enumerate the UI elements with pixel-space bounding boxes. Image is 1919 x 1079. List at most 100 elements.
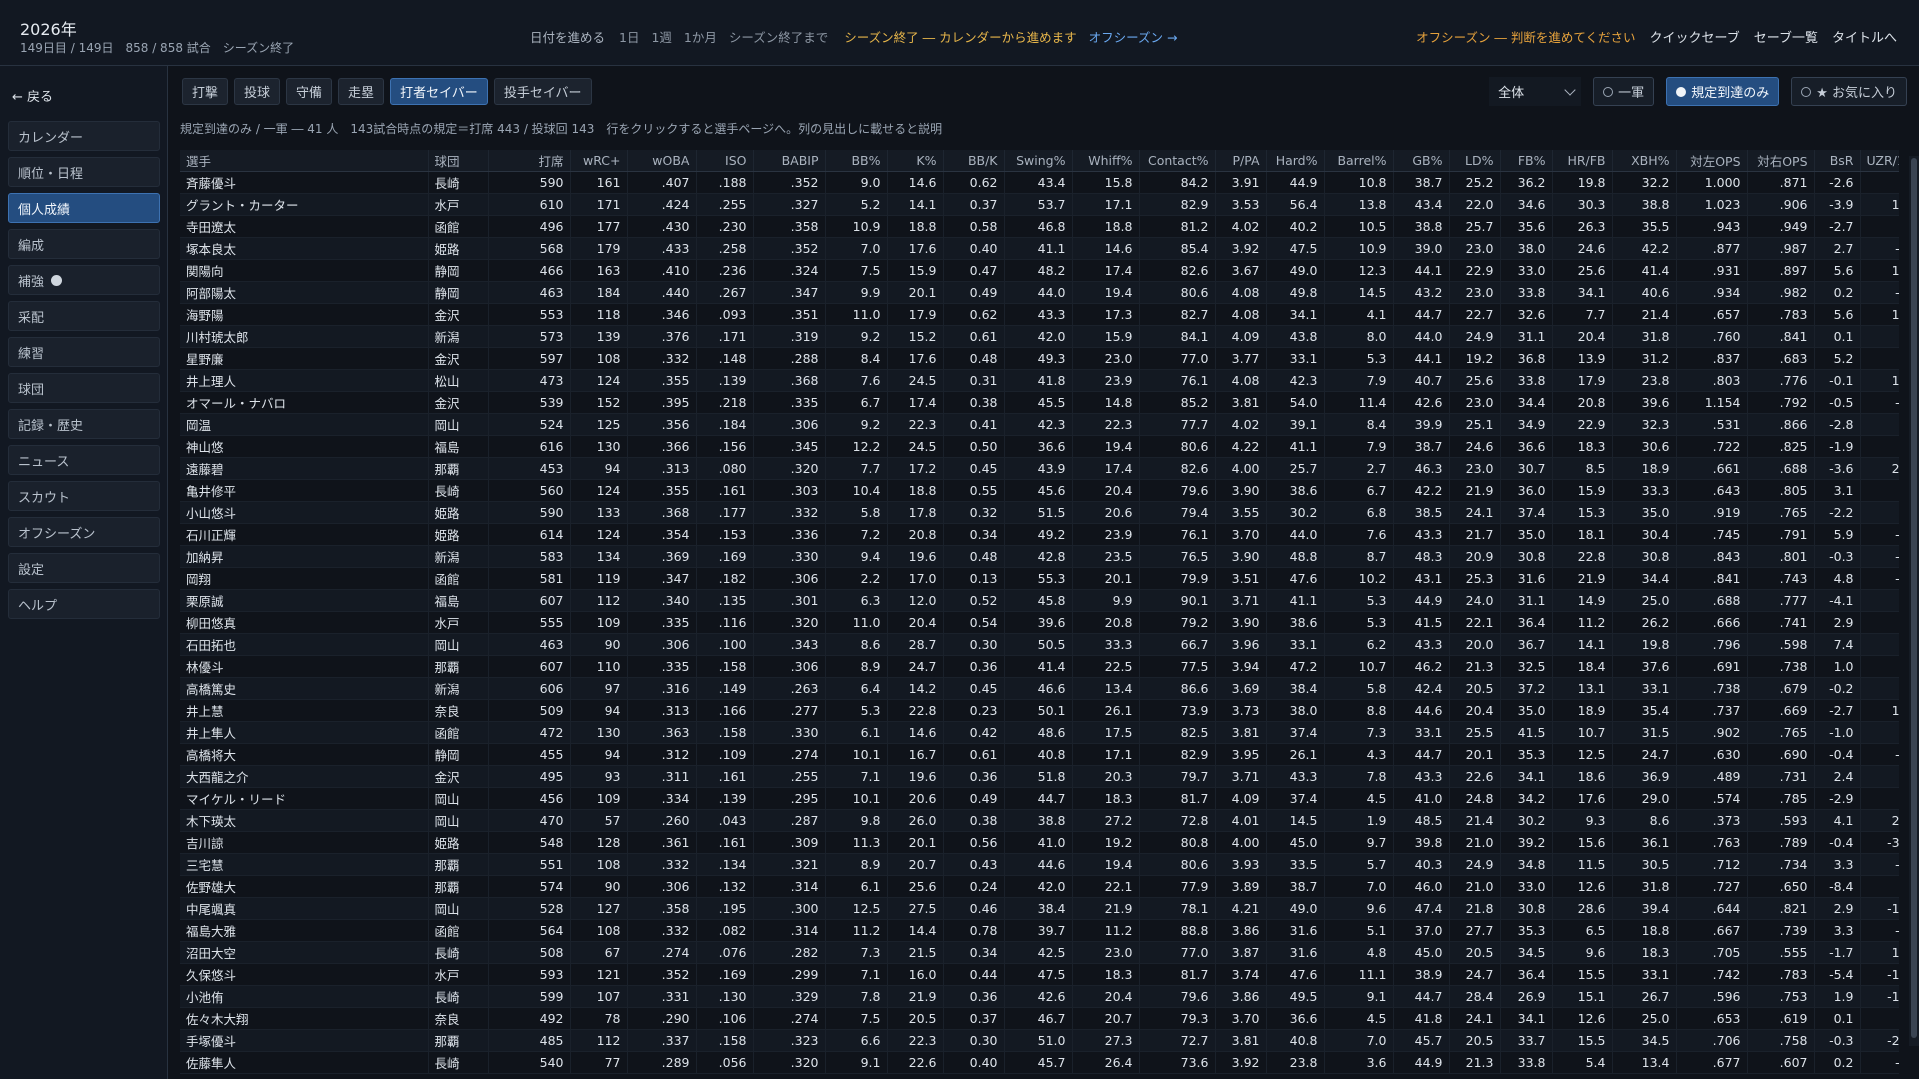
table-row[interactable]: 岡温 岡山 524 125.356.184.306 9.2 22.3 0.41 42.3 22.… <box>180 413 1899 436</box>
table-row[interactable]: 中尾颯真 岡山 528 127.358.195.300 12.5 27.5 0.46 38.4… <box>180 897 1899 920</box>
tab-batter-sabermetrics[interactable]: 打者セイバー <box>390 78 488 105</box>
quick-save-button[interactable]: クイックセーブ <box>1650 27 1740 46</box>
table-row[interactable]: 栗原誠 福島 607 112.340.135.301 6.3 12.0 0.52 45.8 9.… <box>180 589 1899 612</box>
tab-pitching[interactable]: 投球 <box>234 78 281 105</box>
table-row[interactable]: 井上理人 松山 473 124.355.139.368 7.6 24.5 0.31 41.8 2… <box>180 369 1899 392</box>
column-header[interactable]: wOBA <box>627 150 697 172</box>
sidebar-item-scout[interactable]: スカウト <box>8 481 160 511</box>
column-header[interactable]: LD% <box>1449 150 1501 172</box>
scope-select[interactable]: 全体 <box>1489 77 1582 106</box>
table-row[interactable]: 遠藤碧 那覇 453 94.313.080.320 7.7 17.2 0.45 43.9 17.… <box>180 457 1899 480</box>
tab-baserunning[interactable]: 走塁 <box>338 78 385 105</box>
column-header[interactable]: Hard% <box>1266 150 1325 172</box>
column-header[interactable]: 打席 <box>488 150 571 172</box>
sidebar-item-practice[interactable]: 練習 <box>8 337 160 367</box>
save-list-button[interactable]: セーブ一覧 <box>1754 27 1818 46</box>
table-row[interactable]: 寺田遼太 函館 496 177.430.230.358 10.9 18.8 0.58 46.8… <box>180 215 1899 238</box>
column-header[interactable]: Whiff% <box>1072 150 1140 172</box>
table-row[interactable]: 沼田大空 長崎 508 67.274.076.282 7.3 21.5 0.34 42.5 23… <box>180 941 1899 964</box>
table-row[interactable]: グラント・カーター 水戸 610 171.424.255.327 5.2 14.1 0.37… <box>180 193 1899 216</box>
qualified-toggle[interactable]: 規定到達のみ <box>1666 77 1780 106</box>
table-row[interactable]: 石川正輝 姫路 614 124.354.153.336 7.2 20.8 0.34 49.2 2… <box>180 523 1899 546</box>
sidebar-item-settings[interactable]: 設定 <box>8 553 160 583</box>
sidebar-item-team[interactable]: 球団 <box>8 373 160 403</box>
table-row[interactable]: 井上慧 奈良 509 94.313.166.277 5.3 22.8 0.23 50.1 26.… <box>180 699 1899 722</box>
table-row[interactable]: 林優斗 那覇 607 110.335.158.306 8.9 24.7 0.36 41.4 22… <box>180 655 1899 678</box>
table-row[interactable]: 星野廉 金沢 597 108.332.148.288 8.4 17.6 0.48 49.3 23… <box>180 347 1899 370</box>
sidebar-item-help[interactable]: ヘルプ <box>8 589 160 619</box>
sidebar-item-news[interactable]: ニュース <box>8 445 160 475</box>
column-header[interactable]: GB% <box>1393 150 1450 172</box>
table-row[interactable]: 小山悠斗 姫路 590 133.368.177.332 5.8 17.8 0.32 51.5 2… <box>180 501 1899 524</box>
scrollbar-thumb[interactable] <box>1911 158 1917 1038</box>
column-header[interactable]: 選手 <box>180 150 429 172</box>
advance-1day-button[interactable]: 1日 <box>619 27 639 46</box>
column-header[interactable]: BB/K <box>943 150 1005 172</box>
offseason-link[interactable]: オフシーズン → <box>1089 27 1178 46</box>
table-row[interactable]: 佐藤隼人 長崎 540 77.289.056.320 9.1 22.6 0.40 45.7 26… <box>180 1051 1899 1074</box>
table-row[interactable]: 久保悠斗 水戸 593 121.352.169.299 7.1 16.0 0.44 47.5 1… <box>180 963 1899 986</box>
table-row[interactable]: 三宅慧 那覇 551 108.332.134.321 8.9 20.7 0.43 44.6 19… <box>180 853 1899 876</box>
table-row[interactable]: 阿部陽太 静岡 463 184.440.267.347 9.9 20.1 0.49 44.0 1… <box>180 281 1899 304</box>
table-row[interactable]: 石田拓也 岡山 463 90.306.100.343 8.6 28.7 0.30 50.5 33… <box>180 633 1899 656</box>
sidebar-item-records[interactable]: 記録・歴史 <box>8 409 160 439</box>
column-header[interactable]: BB% <box>825 150 888 172</box>
table-row[interactable]: 小池侑 長崎 599 107.331.130.329 7.8 21.9 0.36 42.6 20… <box>180 985 1899 1008</box>
sidebar-item-reinforce[interactable]: 補強 <box>8 265 160 295</box>
table-row[interactable]: 神山悠 福島 616 130.366.156.345 12.2 24.5 0.50 36.6 1… <box>180 435 1899 458</box>
advance-1week-button[interactable]: 1週 <box>651 27 671 46</box>
advance-season-end-button[interactable]: シーズン終了まで <box>729 27 828 46</box>
table-row[interactable]: 手塚優斗 那覇 485 112.337.158.323 6.6 22.3 0.30 51.0 2… <box>180 1029 1899 1052</box>
column-header[interactable]: K% <box>887 150 944 172</box>
table-row[interactable]: 木下瑛太 岡山 470 57.260.043.287 9.8 26.0 0.38 38.8 27… <box>180 809 1899 832</box>
table-row[interactable]: 大西龍之介 金沢 495 93.311.161.255 7.1 19.6 0.36 51.8 2… <box>180 765 1899 788</box>
column-header[interactable]: Swing% <box>1004 150 1073 172</box>
favorites-toggle[interactable]: ★ お気に入り <box>1791 77 1907 106</box>
column-header[interactable]: ISO <box>696 150 754 172</box>
column-header[interactable]: BsR <box>1814 150 1861 172</box>
column-header[interactable]: 対左OPS <box>1676 150 1748 172</box>
table-scrollbar[interactable] <box>1909 156 1919 1046</box>
column-header[interactable]: HR/FB <box>1552 150 1613 172</box>
advance-1month-button[interactable]: 1か月 <box>684 27 717 46</box>
tab-batting[interactable]: 打撃 <box>182 78 229 105</box>
table-row[interactable]: 高橋将大 静岡 455 94.312.109.274 10.1 16.7 0.61 40.8 1… <box>180 743 1899 766</box>
table-row[interactable]: 吉川諒 姫路 548 128.361.161.309 11.3 20.1 0.56 41.0 1… <box>180 831 1899 854</box>
back-button[interactable]: ← 戻る <box>12 86 53 105</box>
column-header[interactable]: Barrel% <box>1324 150 1394 172</box>
table-row[interactable]: 関陽向 静岡 466 163.410.236.324 7.5 15.9 0.47 48.2 17… <box>180 259 1899 282</box>
sidebar-item-player-stats[interactable]: 個人成績 <box>8 193 160 223</box>
column-header[interactable]: wRC+ <box>570 150 628 172</box>
table-row[interactable]: 柳田悠真 水戸 555 109.335.116.320 11.0 20.4 0.54 39.6… <box>180 611 1899 634</box>
column-header[interactable]: FB% <box>1500 150 1553 172</box>
tab-pitcher-sabermetrics[interactable]: 投手セイバー <box>493 78 592 105</box>
table-row[interactable]: 海野陽 金沢 553 118.346.093.351 11.0 17.9 0.62 43.3 1… <box>180 303 1899 326</box>
table-row[interactable]: オマール・ナバロ 金沢 539 152.395.218.335 6.7 17.4 0.38 4… <box>180 391 1899 414</box>
table-row[interactable]: 井上隼人 函館 472 130.363.158.330 6.1 14.6 0.42 48.6 1… <box>180 721 1899 744</box>
sidebar-item-calendar[interactable]: カレンダー <box>8 121 160 151</box>
sidebar-item-offseason[interactable]: オフシーズン <box>8 517 160 547</box>
table-row[interactable]: 高橋篤史 新潟 606 97.316.149.263 6.4 14.2 0.45 46.6 13… <box>180 677 1899 700</box>
table-row[interactable]: 佐々木大翔 奈良 492 78.290.106.274 7.5 20.5 0.37 46.7 2… <box>180 1007 1899 1030</box>
column-header[interactable]: P/PA <box>1215 150 1267 172</box>
column-header[interactable]: XBH% <box>1612 150 1677 172</box>
table-row[interactable]: 塚本良太 姫路 568 179.433.258.352 7.0 17.6 0.40 41.1 1… <box>180 237 1899 260</box>
column-header[interactable]: Contact% <box>1139 150 1216 172</box>
table-row[interactable]: 川村琥太郎 新潟 573 139.376.171.319 9.2 15.2 0.61 42.0… <box>180 325 1899 348</box>
table-row[interactable]: 加納昇 新潟 583 134.369.169.330 9.4 19.6 0.48 42.8 23… <box>180 545 1899 568</box>
table-row[interactable]: 斉藤優斗 長崎 590 161.407.188.352 9.0 14.6 0.62 43.4 1… <box>180 171 1899 194</box>
table-row[interactable]: 岡翔 函館 581 119.347.182.306 2.2 17.0 0.13 55.3 20.… <box>180 567 1899 590</box>
sidebar-item-tactics[interactable]: 采配 <box>8 301 160 331</box>
column-header[interactable]: 球団 <box>428 150 489 172</box>
column-header[interactable]: 対右OPS <box>1747 150 1815 172</box>
table-row[interactable]: 亀井修平 長崎 560 124.355.161.303 10.4 18.8 0.55 45.6… <box>180 479 1899 502</box>
title-button[interactable]: タイトルへ <box>1832 27 1897 46</box>
table-row[interactable]: 佐野雄大 那覇 574 90.306.132.314 6.1 25.6 0.24 42.0 22… <box>180 875 1899 898</box>
column-header[interactable]: UZR/150 <box>1860 150 1899 172</box>
column-header[interactable]: BABIP <box>753 150 826 172</box>
table-row[interactable]: 福島大雅 函館 564 108.332.082.314 11.2 14.4 0.78 39.7… <box>180 919 1899 942</box>
sidebar-item-standings[interactable]: 順位・日程 <box>8 157 160 187</box>
tab-fielding[interactable]: 守備 <box>286 78 333 105</box>
sidebar-item-roster[interactable]: 編成 <box>8 229 160 259</box>
first-team-toggle[interactable]: 一軍 <box>1593 77 1655 106</box>
